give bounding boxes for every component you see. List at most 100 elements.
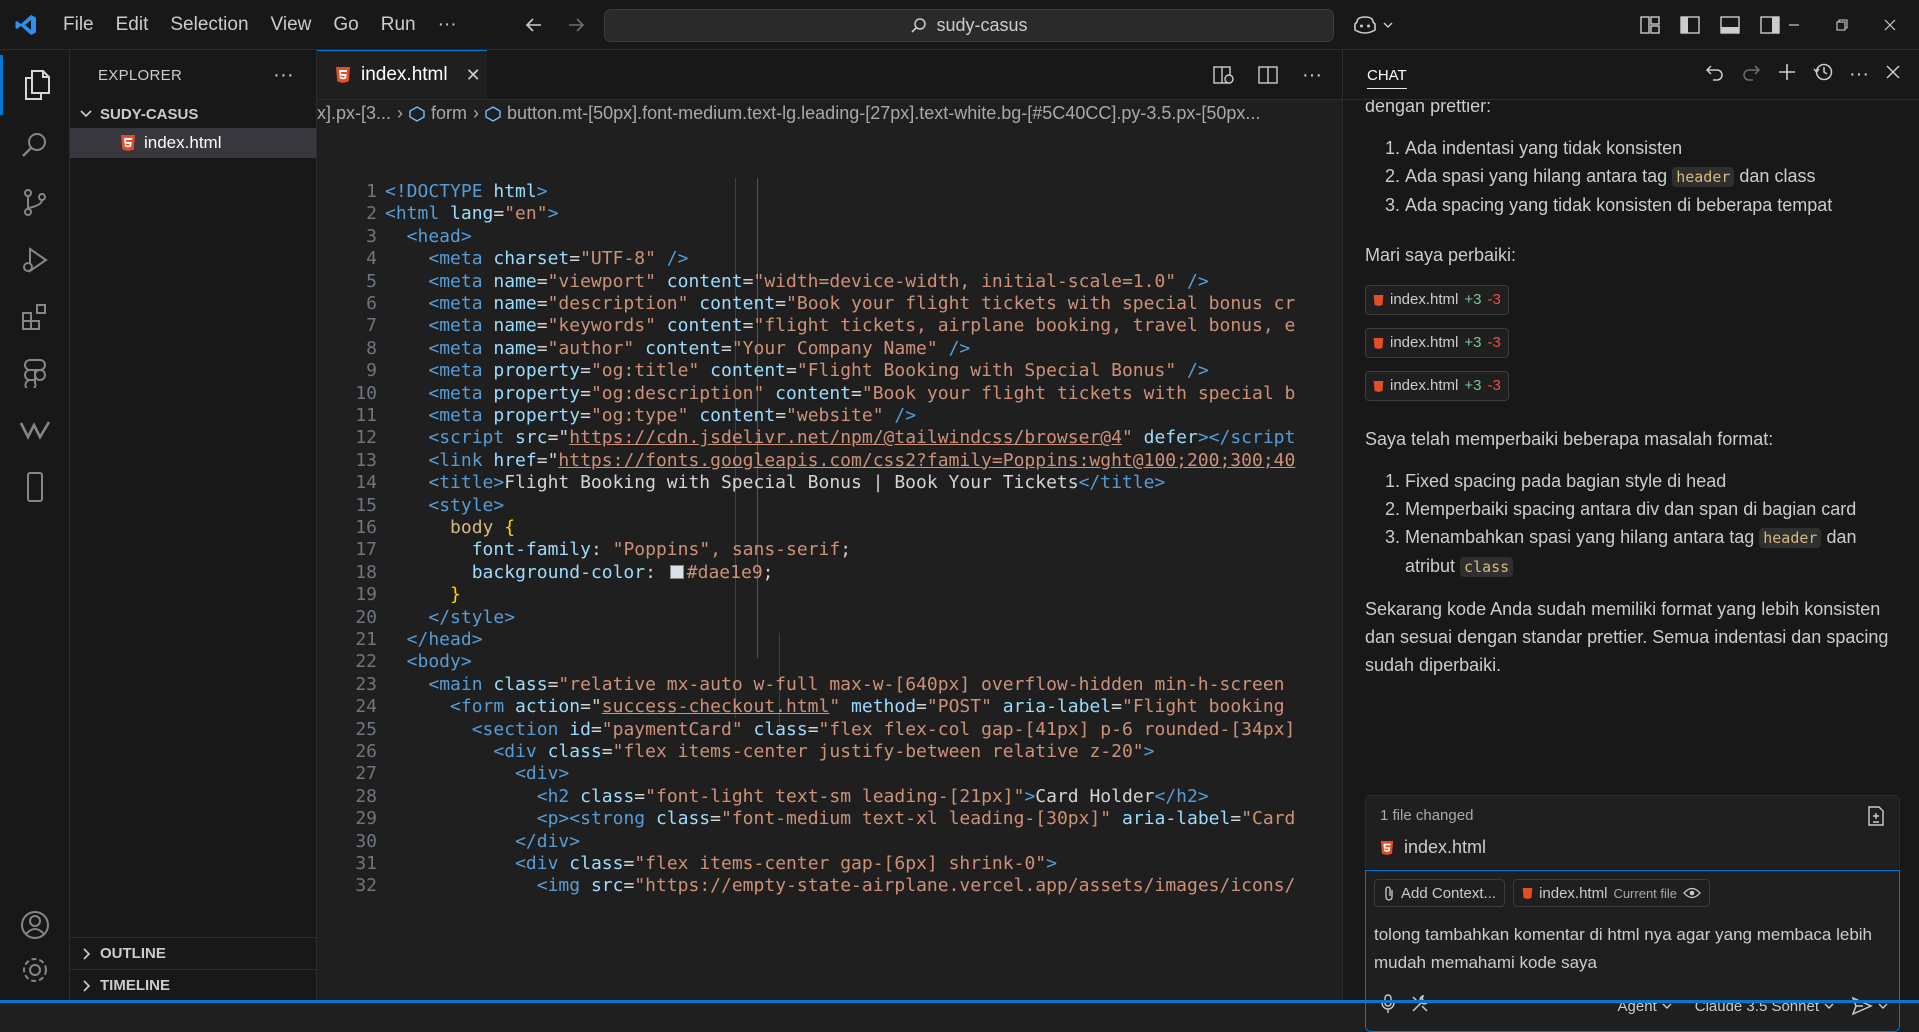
code-token: =" <box>547 427 570 449</box>
add-context-button[interactable]: Add Context... <box>1374 879 1506 907</box>
lines-removed: -3 <box>1487 377 1501 394</box>
forward-arrow-icon[interactable] <box>562 11 590 39</box>
source-control-icon[interactable] <box>0 172 70 232</box>
code-token: charset <box>482 248 570 270</box>
code-token: aria-label <box>991 696 1112 718</box>
menu-run[interactable]: Run <box>370 0 427 50</box>
command-center-search[interactable]: sudy-casus <box>604 9 1334 42</box>
code-token: "Poppins", sans-serif <box>612 539 841 561</box>
edited-file-pill[interactable]: index.html +3 -3 <box>1365 285 1509 315</box>
new-chat-icon[interactable] <box>1777 62 1797 87</box>
timeline-section[interactable]: TIMELINE <box>70 969 317 1001</box>
tab-index-html[interactable]: index.html ✕ <box>317 50 487 99</box>
breadcrumb-item[interactable]: button.mt-[50px].font-medium.text-lg.lea… <box>507 103 1260 124</box>
menu-file[interactable]: File <box>52 0 105 50</box>
restore-icon[interactable] <box>1828 11 1856 39</box>
menu-go[interactable]: Go <box>322 0 369 50</box>
code-token: = <box>775 293 787 314</box>
more-actions-icon[interactable]: ··· <box>273 64 294 87</box>
code-token: = <box>580 405 591 426</box>
microphone-icon[interactable] <box>1380 993 1396 1019</box>
current-file-chip[interactable]: index.html Current file <box>1513 879 1711 907</box>
folder-root[interactable]: SUDY-CASUS <box>70 100 316 128</box>
close-tab-icon[interactable]: ✕ <box>466 65 481 86</box>
menu-more[interactable]: ··· <box>427 0 468 50</box>
toggle-primary-sidebar-icon[interactable] <box>1676 11 1704 39</box>
edited-file-name: index.html <box>1390 377 1459 394</box>
history-icon[interactable] <box>1813 62 1833 87</box>
code-token: Card Holder <box>1035 785 1155 807</box>
run-debug-icon[interactable] <box>0 230 70 290</box>
windsurf-icon[interactable] <box>0 400 70 460</box>
menu-edit[interactable]: Edit <box>105 0 160 50</box>
code-token: <link <box>428 449 483 471</box>
code-token: <div> <box>515 763 570 785</box>
open-preview-icon[interactable] <box>1210 61 1238 89</box>
list-item: Ada spasi yang hilang antara tag header … <box>1405 162 1896 191</box>
back-arrow-icon[interactable] <box>520 11 548 39</box>
tools-icon[interactable] <box>1410 994 1430 1019</box>
code-token: : <box>590 539 613 561</box>
code-token: = <box>536 315 548 337</box>
more-actions-icon[interactable]: ··· <box>1849 63 1869 86</box>
chat-header: CHAT ··· <box>1343 50 1919 100</box>
color-swatch[interactable] <box>669 564 684 579</box>
settings-gear-icon[interactable] <box>0 940 70 1000</box>
breadcrumb-item[interactable]: x].px-[3... <box>317 103 391 124</box>
copilot-menu-button[interactable] <box>1352 11 1394 39</box>
changed-file-item[interactable]: index.html <box>1380 837 1486 858</box>
view-changes-icon[interactable] <box>1867 806 1885 831</box>
code-token: = <box>807 718 819 740</box>
close-icon[interactable] <box>1885 64 1901 85</box>
code-token: https://fonts.googleapis.com/css2?family… <box>558 449 1296 471</box>
editor-tabs: index.html ✕ ··· <box>317 50 1342 100</box>
code-token: "Flight Booking with Special Bonus" <box>796 360 1177 382</box>
breadcrumb-item[interactable]: form <box>431 103 467 124</box>
device-icon[interactable] <box>0 457 70 517</box>
list-item-text: Ada spacing yang tidak konsisten di bebe… <box>1405 195 1833 215</box>
code-token: /> <box>655 248 689 270</box>
code-token: } <box>450 584 461 606</box>
explorer-icon[interactable] <box>0 55 70 115</box>
menu-view[interactable]: View <box>260 0 323 50</box>
edited-file-pill[interactable]: index.html +3 -3 <box>1365 371 1509 401</box>
outline-section[interactable]: OUTLINE <box>70 937 317 969</box>
code-token: "flex items-center justify-between relat… <box>612 741 1144 762</box>
toggle-panel-icon[interactable] <box>1716 11 1744 39</box>
code-token: </div> <box>515 830 581 852</box>
html5-icon <box>1522 887 1533 899</box>
list-item-text: Memperbaiki spacing antara div dan span … <box>1405 499 1857 519</box>
extensions-icon[interactable] <box>0 287 70 347</box>
file-item-index-html[interactable]: index.html <box>70 128 316 158</box>
undo-icon[interactable] <box>1705 62 1725 87</box>
list-item-text: dan <box>1826 527 1857 547</box>
split-editor-icon[interactable] <box>1254 61 1282 89</box>
line-number: 32 <box>355 875 377 897</box>
edited-file-pill[interactable]: index.html +3 -3 <box>1365 328 1509 358</box>
code-token: #dae1e9 <box>686 561 763 583</box>
code-token: <head> <box>406 225 472 247</box>
more-actions-icon[interactable]: ··· <box>1298 61 1326 89</box>
send-button[interactable] <box>1851 996 1889 1016</box>
code-token: name <box>482 270 537 292</box>
code-editor[interactable]: 1 <!DOCTYPE html> 2 <html lang="en"> 3 <head>… <box>317 178 1342 1003</box>
code-token: "en" <box>504 203 548 225</box>
search-icon[interactable] <box>0 115 70 175</box>
lines-removed: -3 <box>1487 334 1501 351</box>
code-token: href <box>482 449 537 471</box>
menu-selection[interactable]: Selection <box>159 0 259 50</box>
code-token: class <box>569 785 635 807</box>
customize-layout-icon[interactable] <box>1636 11 1664 39</box>
code-token: "description" <box>547 293 689 314</box>
code-token: body <box>450 517 494 538</box>
redo-icon[interactable] <box>1741 62 1761 87</box>
code-line[interactable]: 32 <img src="https://empty-state-airplane… <box>317 872 1342 899</box>
chat-input[interactable]: tolong tambahkan komentar di html nya ag… <box>1374 921 1889 977</box>
close-window-icon[interactable] <box>1876 11 1904 39</box>
chat-input-toolbar: Agent Claude 3.5 Sonnet <box>1374 991 1889 1021</box>
figma-icon[interactable] <box>0 343 70 403</box>
eye-icon[interactable] <box>1683 887 1701 899</box>
code-token: <div <box>515 853 559 874</box>
code-token: content <box>764 382 852 404</box>
minimize-icon[interactable] <box>1780 11 1808 39</box>
